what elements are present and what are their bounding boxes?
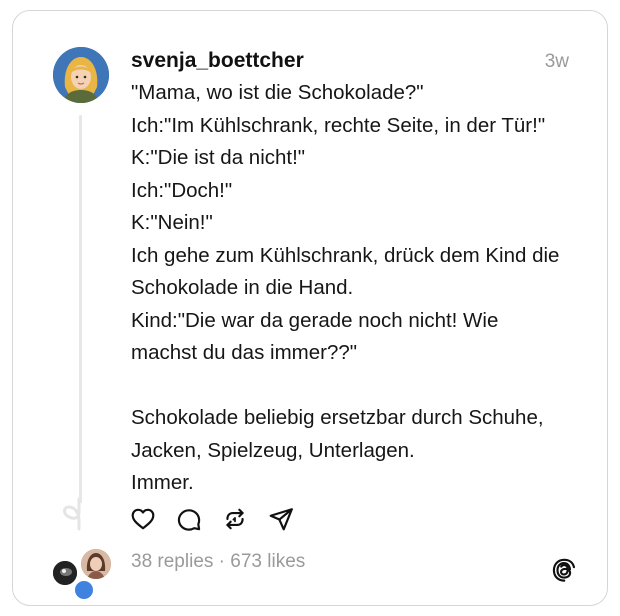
action-bar (129, 505, 295, 533)
post-text-line: Jacken, Spielzeug, Unterlagen. (131, 438, 415, 462)
post-text-line: K:"Nein!" (131, 211, 213, 234)
stats-separator: · (213, 551, 231, 572)
author-avatar[interactable] (53, 47, 109, 103)
post-text-line: machst du das immer??" (131, 341, 358, 364)
post-timestamp[interactable]: 3w (545, 51, 569, 73)
avatar-dark-icon (53, 561, 77, 585)
thread-line (79, 115, 82, 503)
replier-avatar-3 (73, 579, 95, 601)
replier-avatar-2 (79, 547, 113, 581)
repost-icon (226, 508, 244, 530)
comment-button[interactable] (175, 505, 203, 533)
like-button[interactable] (129, 505, 157, 533)
post-text-line: Schokolade beliebig ersetzbar durch Schu… (131, 406, 544, 429)
post-card: svenja_boettcher 3w "Mama, wo ist die Sc… (12, 10, 608, 606)
avatar-photo-icon (81, 549, 111, 579)
threads-logo-icon[interactable] (551, 557, 577, 583)
replies-count[interactable]: 38 replies (131, 551, 213, 572)
share-icon (269, 508, 293, 531)
author-username[interactable]: svenja_boettcher (131, 49, 304, 73)
avatar-illustration-icon (53, 47, 109, 103)
post-stats: 38 replies · 673 likes (131, 551, 305, 573)
post-text-line: K:"Die ist da nicht!" (131, 146, 306, 169)
post-text-line: Ich:"Im Kühlschrank, rechte Seite, in de… (131, 113, 546, 137)
post-text-line (131, 370, 601, 403)
heart-icon (131, 508, 155, 530)
post-body: "Mama, wo ist die Schokolade?" Ich:"Im Kü… (131, 77, 601, 500)
replier-avatars[interactable] (51, 547, 115, 601)
post-text-line: Ich gehe zum Kühlschrank, drück dem Kind… (131, 243, 560, 267)
post-text-line: Ich:"Doch!" (131, 178, 233, 202)
share-button[interactable] (267, 505, 295, 533)
post-text-line: Schokolade in die Hand. (131, 276, 354, 299)
thread-curl-icon (63, 497, 81, 531)
comment-icon (177, 509, 201, 531)
post-text-line: Kind:"Die war da gerade noch nicht! Wie (131, 308, 499, 332)
post-text-line: "Mama, wo ist die Schokolade?" (131, 81, 424, 104)
post-text-line: Immer. (131, 471, 194, 494)
likes-count[interactable]: 673 likes (230, 551, 305, 572)
repost-button[interactable] (221, 505, 249, 533)
